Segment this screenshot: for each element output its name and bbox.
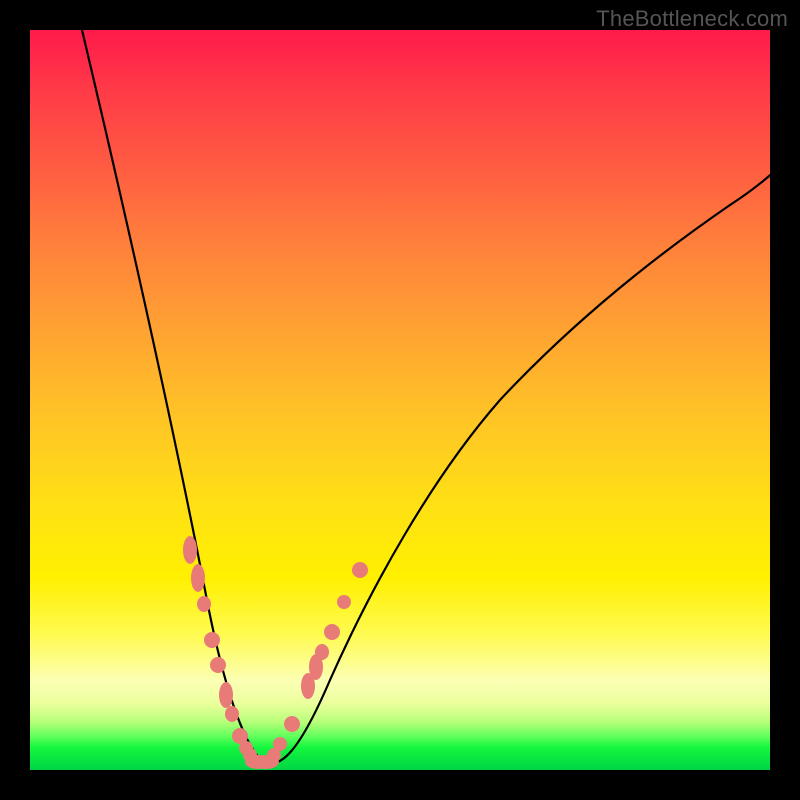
bottleneck-curve-svg — [30, 30, 770, 770]
bottleneck-curve — [82, 30, 776, 764]
plot-area — [30, 30, 770, 770]
attribution-watermark: TheBottleneck.com — [596, 6, 788, 32]
curve-markers — [183, 536, 368, 769]
chart-frame: TheBottleneck.com — [0, 0, 800, 800]
